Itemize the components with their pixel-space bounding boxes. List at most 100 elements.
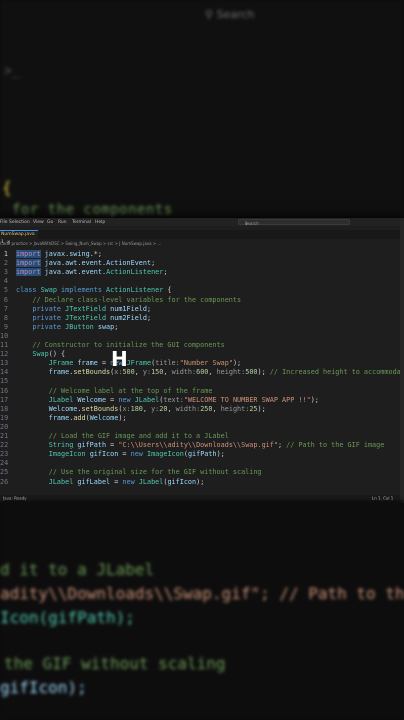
line-number: 22 <box>0 441 9 450</box>
blurred-comment: for the components <box>12 202 173 218</box>
code-line[interactable]: 21 // Load the GIF image and add it to a… <box>0 432 404 441</box>
blurred-line: d it to a JLabel <box>0 560 155 579</box>
menu-terminal[interactable]: Terminal <box>72 220 91 225</box>
menu-bar: File Selection View Go Run Terminal Help… <box>0 218 404 226</box>
code-line[interactable]: 16 // Welcome label at the top of the fr… <box>0 387 404 396</box>
line-number: 16 <box>0 386 9 395</box>
code-line[interactable]: 25 // Use the original size for the GIF … <box>0 468 404 477</box>
line-number: 12 <box>0 350 9 359</box>
code-line[interactable]: 8 private JTextField num2Field; <box>0 314 404 323</box>
line-number: 9 <box>3 322 8 331</box>
breadcrumb[interactable]: Code practice > JavaWithDSC > Swing_Num_… <box>0 241 404 248</box>
tab-bar: NumSwap.java 1 × <box>0 230 404 245</box>
code-line[interactable]: 14 frame.setBounds(x:500, y:150, width:6… <box>0 368 404 377</box>
line-number: 15 <box>0 377 9 386</box>
code-line[interactable]: 26 JLabel gifLabel = new JLabel(gifIcon)… <box>0 478 404 487</box>
menu-file[interactable]: File <box>0 220 8 225</box>
code-text[interactable]: Welcome.setBounds(x:180, y:20, width:250… <box>16 405 266 414</box>
code-line[interactable]: 9 private JButton swap; <box>0 323 404 332</box>
scrollbar[interactable] <box>400 218 404 503</box>
code-line[interactable]: 15 <box>0 377 404 386</box>
line-number: 25 <box>0 468 9 477</box>
code-text[interactable]: private JButton swap; <box>16 323 118 332</box>
line-number: 13 <box>0 359 9 368</box>
line-number: 18 <box>0 404 9 413</box>
code-line[interactable]: 13 JFrame frame = new JFrame(title:"Numb… <box>0 359 404 368</box>
line-number: 2 <box>3 259 8 268</box>
command-search-box[interactable]: ⚲ Search <box>238 219 350 225</box>
code-text[interactable]: String gifPath = "C:\\Users\\adity\\Down… <box>16 441 385 450</box>
line-number: 23 <box>0 450 9 459</box>
line-number: 24 <box>0 459 9 468</box>
blurred-line: gifIcon); <box>0 678 87 697</box>
text-cursor-overlay: H <box>111 347 128 371</box>
code-line[interactable]: 20 <box>0 423 404 432</box>
code-line[interactable]: 18 Welcome.setBounds(x:180, y:20, width:… <box>0 405 404 414</box>
code-editor-window: File Selection View Go Run Terminal Help… <box>0 218 404 503</box>
code-text[interactable]: Swap() { <box>16 350 65 359</box>
code-text[interactable]: JLabel Welcome = new JLabel(text:"WELCOM… <box>16 396 319 405</box>
blurred-brace: { <box>2 178 12 197</box>
code-line[interactable]: 2 import java.awt.event.ActionEvent; <box>0 259 404 268</box>
code-text[interactable]: // Declare class-level variables for the… <box>16 296 241 305</box>
code-text[interactable]: import java.awt.event.ActionListener; <box>16 268 167 277</box>
code-text[interactable]: import javax.swing.*; <box>16 250 102 259</box>
blurred-search-label: ⚲ Search <box>205 8 255 21</box>
background-top: ⚲ Search >_ { for the components <box>0 0 404 218</box>
search-placeholder: Search <box>245 220 259 226</box>
code-line[interactable]: 17 JLabel Welcome = new JLabel(text:"WEL… <box>0 396 404 405</box>
menu-view[interactable]: View <box>33 220 44 225</box>
line-number: 7 <box>3 304 8 313</box>
code-text[interactable]: private JTextField num2Field; <box>16 314 151 323</box>
code-line[interactable]: 1 import javax.swing.*; <box>0 250 404 259</box>
code-text[interactable]: // Welcome label at the top of the frame <box>16 387 213 396</box>
menu-run[interactable]: Run <box>58 220 67 225</box>
line-number: 5 <box>3 286 8 295</box>
code-text[interactable]: frame.setBounds(x:500, y:150, width:600,… <box>16 368 404 377</box>
line-number: 6 <box>3 295 8 304</box>
line-number: 14 <box>0 368 9 377</box>
line-number: 1 <box>3 250 8 258</box>
line-number: 17 <box>0 395 9 404</box>
line-number: 10 <box>0 331 9 340</box>
code-text[interactable]: ImageIcon gifIcon = new ImageIcon(gifPat… <box>16 450 225 459</box>
code-line[interactable]: 6 // Declare class-level variables for t… <box>0 296 404 305</box>
line-number: 8 <box>3 313 8 322</box>
blurred-prompt: >_ <box>4 64 20 79</box>
line-number: 26 <box>0 477 9 486</box>
line-number: 3 <box>3 268 8 277</box>
code-text[interactable]: // Use the original size for the GIF wit… <box>16 468 262 477</box>
code-line[interactable]: 5 class Swap implements ActionListener { <box>0 286 404 295</box>
blurred-line: adity\\Downloads\\Swap.gif"; // Path to … <box>0 584 404 603</box>
menu-help[interactable]: Help <box>95 220 105 225</box>
code-text[interactable]: // Load the GIF image and add it to a JL… <box>16 432 229 441</box>
code-line[interactable]: 22 String gifPath = "C:\\Users\\adity\\D… <box>0 441 404 450</box>
line-number: 4 <box>3 277 8 286</box>
code-line[interactable]: 24 <box>0 459 404 468</box>
background-bottom: d it to a JLabel adity\\Downloads\\Swap.… <box>0 500 404 720</box>
menu-selection[interactable]: Selection <box>9 220 30 225</box>
code-text[interactable]: frame.add(Welcome); <box>16 414 127 423</box>
tab-numswap-java[interactable]: NumSwap.java 1 × <box>0 230 38 245</box>
code-text[interactable]: JFrame frame = new JFrame(title:"Number … <box>16 359 241 368</box>
code-line[interactable]: 19 frame.add(Welcome); <box>0 414 404 423</box>
menu-go[interactable]: Go <box>47 220 53 225</box>
code-text[interactable]: JLabel gifLabel = new JLabel(gifIcon); <box>16 478 205 487</box>
code-text[interactable]: import java.awt.event.ActionEvent; <box>16 259 155 268</box>
line-number: 21 <box>0 432 9 440</box>
code-line[interactable]: 10 <box>0 332 404 341</box>
line-number: 19 <box>0 413 9 422</box>
code-line[interactable]: 4 <box>0 277 404 286</box>
code-line[interactable]: 12 Swap() { <box>0 350 404 359</box>
code-line[interactable]: 23 ImageIcon gifIcon = new ImageIcon(gif… <box>0 450 404 459</box>
code-line[interactable]: 3 import java.awt.event.ActionListener; <box>0 268 404 277</box>
code-area[interactable]: 1 import javax.swing.*; 2 import java.awt.e… <box>0 250 404 490</box>
code-line[interactable]: 7 private JTextField num1Field; <box>0 305 404 314</box>
code-text[interactable]: private JTextField num1Field; <box>16 305 151 314</box>
blurred-line: Icon(gifPath); <box>0 608 135 627</box>
code-line[interactable]: 11 // Constructor to initialize the GUI … <box>0 341 404 350</box>
line-number: 11 <box>0 341 9 349</box>
blurred-line: the GIF without scaling <box>4 654 226 673</box>
code-text[interactable]: class Swap implements ActionListener { <box>16 286 172 295</box>
blurred-search-text: Search <box>216 8 255 21</box>
